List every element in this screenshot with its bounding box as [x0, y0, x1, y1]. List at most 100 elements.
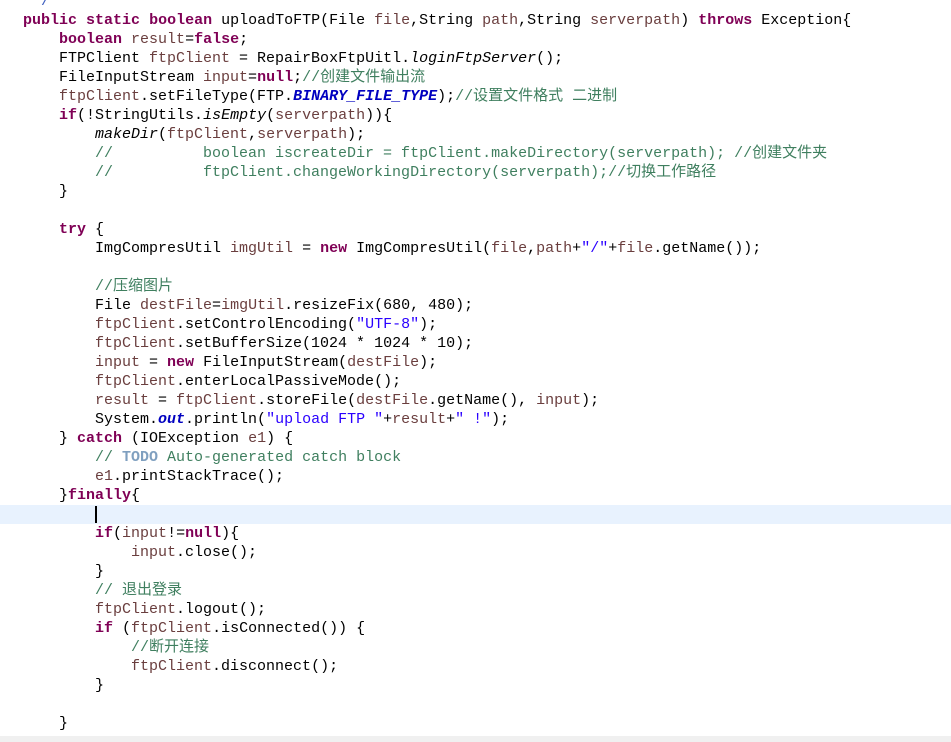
- variable: ftpClient: [59, 88, 141, 105]
- code-text: }: [23, 677, 105, 694]
- code-text: FileInputStream: [23, 69, 204, 86]
- javadoc-comment: */: [23, 0, 51, 10]
- comment: //断开连接: [23, 639, 210, 656]
- code-line[interactable]: ftpClient.logout();: [0, 600, 951, 619]
- code-line[interactable]: */: [0, 0, 951, 11]
- code-text: (: [113, 620, 132, 637]
- code-line[interactable]: // boolean iscreateDir = ftpClient.makeD…: [0, 144, 951, 163]
- code-line[interactable]: ftpClient.setBufferSize(1024 * 1024 * 10…: [0, 334, 951, 353]
- code-text: .resizeFix(680, 480);: [284, 297, 474, 314]
- code-line[interactable]: // 退出登录: [0, 581, 951, 600]
- code-text: .logout();: [176, 601, 267, 618]
- code-line[interactable]: // ftpClient.changeWorkingDirectory(serv…: [0, 163, 951, 182]
- code-text: ): [680, 12, 699, 29]
- code-line[interactable]: }: [0, 714, 951, 733]
- keyword: public: [23, 12, 78, 29]
- code-text: =: [140, 354, 168, 371]
- static-field: out: [158, 411, 186, 428]
- code-text: }: [23, 183, 69, 200]
- comment: //: [23, 449, 123, 466]
- code-line[interactable]: if (ftpClient.isConnected()) {: [0, 619, 951, 638]
- code-line[interactable]: ImgCompresUtil imgUtil = new ImgCompresU…: [0, 239, 951, 258]
- code-line[interactable]: boolean result=false;: [0, 30, 951, 49]
- variable: file: [617, 240, 654, 257]
- variable: imgUtil: [230, 240, 294, 257]
- variable: input: [203, 69, 249, 86]
- code-line[interactable]: System.out.println("upload FTP "+result+…: [0, 410, 951, 429]
- keyword: if: [95, 620, 114, 637]
- code-line[interactable]: input.close();: [0, 543, 951, 562]
- horizontal-scrollbar[interactable]: [0, 736, 951, 742]
- code-line[interactable]: [0, 695, 951, 714]
- keyword: finally: [68, 487, 132, 504]
- variable: ftpClient: [167, 126, 249, 143]
- code-text: }: [23, 563, 105, 580]
- code-line[interactable]: } catch (IOException e1) {: [0, 429, 951, 448]
- code-text: ) {: [266, 430, 294, 447]
- comment: // ftpClient.changeWorkingDirectory(serv…: [23, 164, 717, 181]
- code-line[interactable]: //压缩图片: [0, 277, 951, 296]
- keyword: static: [86, 12, 141, 29]
- code-line[interactable]: makeDir(ftpClient,serverpath);: [0, 125, 951, 144]
- code-line[interactable]: e1.printStackTrace();: [0, 467, 951, 486]
- code-line[interactable]: }: [0, 182, 951, 201]
- code-text: )){: [365, 107, 393, 124]
- code-text: File: [23, 297, 141, 314]
- code-line[interactable]: result = ftpClient.storeFile(destFile.ge…: [0, 391, 951, 410]
- code-text: (: [158, 126, 168, 143]
- code-line[interactable]: if(input!=null){: [0, 524, 951, 543]
- code-text: .storeFile(: [257, 392, 357, 409]
- code-line[interactable]: input = new FileInputStream(destFile);: [0, 353, 951, 372]
- code-line[interactable]: [0, 201, 951, 220]
- todo-tag: TODO: [122, 449, 159, 466]
- code-line[interactable]: FileInputStream input=null;//创建文件输出流: [0, 68, 951, 87]
- string-literal: "upload FTP ": [266, 411, 384, 428]
- keyword: if: [95, 525, 114, 542]
- code-text: =: [149, 392, 177, 409]
- keyword: try: [59, 221, 87, 238]
- variable: input: [95, 354, 141, 371]
- code-line[interactable]: try {: [0, 220, 951, 239]
- code-line[interactable]: public static boolean uploadToFTP(File f…: [0, 11, 951, 30]
- variable: path: [482, 12, 519, 29]
- code-text: );: [437, 88, 456, 105]
- code-text: (: [113, 525, 123, 542]
- code-line[interactable]: }: [0, 676, 951, 695]
- variable: input: [131, 544, 177, 561]
- code-line[interactable]: //断开连接: [0, 638, 951, 657]
- code-line[interactable]: [0, 258, 951, 277]
- comment: // 退出登录: [23, 582, 183, 599]
- code-text: .println(: [185, 411, 267, 428]
- code-text: }: [23, 715, 69, 732]
- keyword: new: [320, 240, 348, 257]
- code-line[interactable]: FTPClient ftpClient = RepairBoxFtpUitl.l…: [0, 49, 951, 68]
- code-line[interactable]: File destFile=imgUtil.resizeFix(680, 480…: [0, 296, 951, 315]
- current-code-line[interactable]: [0, 505, 951, 524]
- code-line[interactable]: ftpClient.enterLocalPassiveMode();: [0, 372, 951, 391]
- comment: //设置文件格式 二进制: [455, 88, 618, 105]
- variable: input: [536, 392, 582, 409]
- code-line[interactable]: }: [0, 562, 951, 581]
- code-text: uploadToFTP(File: [212, 12, 375, 29]
- code-line[interactable]: }finally{: [0, 486, 951, 505]
- code-line[interactable]: if(!StringUtils.isEmpty(serverpath)){: [0, 106, 951, 125]
- code-text: =: [293, 240, 321, 257]
- code-text: ImgCompresUtil(: [347, 240, 492, 257]
- code-text: }: [23, 430, 78, 447]
- code-line[interactable]: ftpClient.disconnect();: [0, 657, 951, 676]
- code-text: {: [131, 487, 141, 504]
- code-line[interactable]: // TODO Auto-generated catch block: [0, 448, 951, 467]
- code-text: +: [572, 240, 582, 257]
- code-line[interactable]: ftpClient.setFileType(FTP.BINARY_FILE_TY…: [0, 87, 951, 106]
- code-editor[interactable]: */public static boolean uploadToFTP(File…: [0, 0, 951, 733]
- static-method: loginFtpServer: [410, 50, 537, 67]
- code-line[interactable]: ftpClient.setControlEncoding("UTF-8");: [0, 315, 951, 334]
